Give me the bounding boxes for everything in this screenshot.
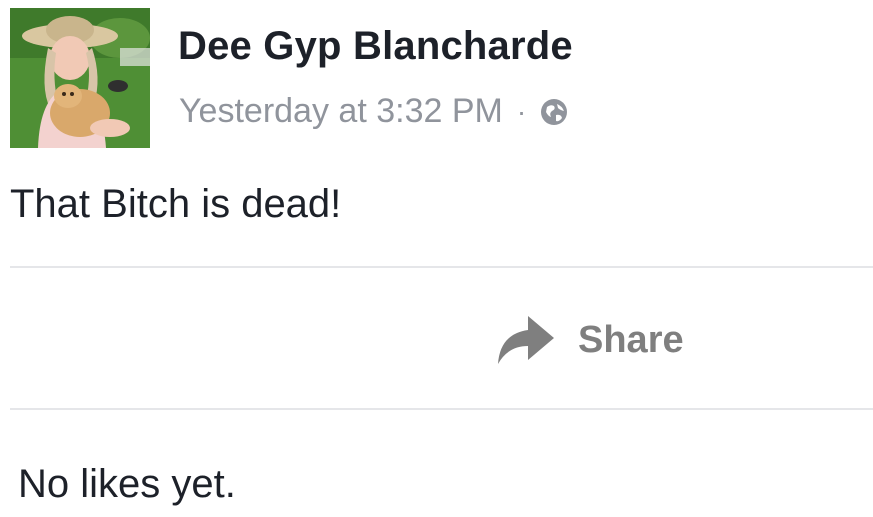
post-timestamp[interactable]: Yesterday at 3:32 PM (179, 92, 503, 131)
divider (10, 408, 873, 410)
post-meta: Yesterday at 3:32 PM · (179, 92, 570, 131)
share-button[interactable]: Share (494, 310, 684, 370)
facebook-post: Dee Gyp Blancharde Yesterday at 3:32 PM … (0, 0, 873, 517)
globe-icon[interactable] (538, 96, 570, 128)
meta-separator: · (516, 95, 527, 127)
share-arrow-icon (494, 314, 556, 366)
author-name[interactable]: Dee Gyp Blancharde (178, 24, 573, 69)
avatar-photo (10, 8, 150, 148)
divider (10, 266, 873, 268)
post-text: That Bitch is dead! (10, 182, 342, 226)
share-label: Share (578, 318, 684, 361)
likes-summary: No likes yet. (18, 462, 236, 506)
avatar[interactable] (10, 8, 150, 148)
